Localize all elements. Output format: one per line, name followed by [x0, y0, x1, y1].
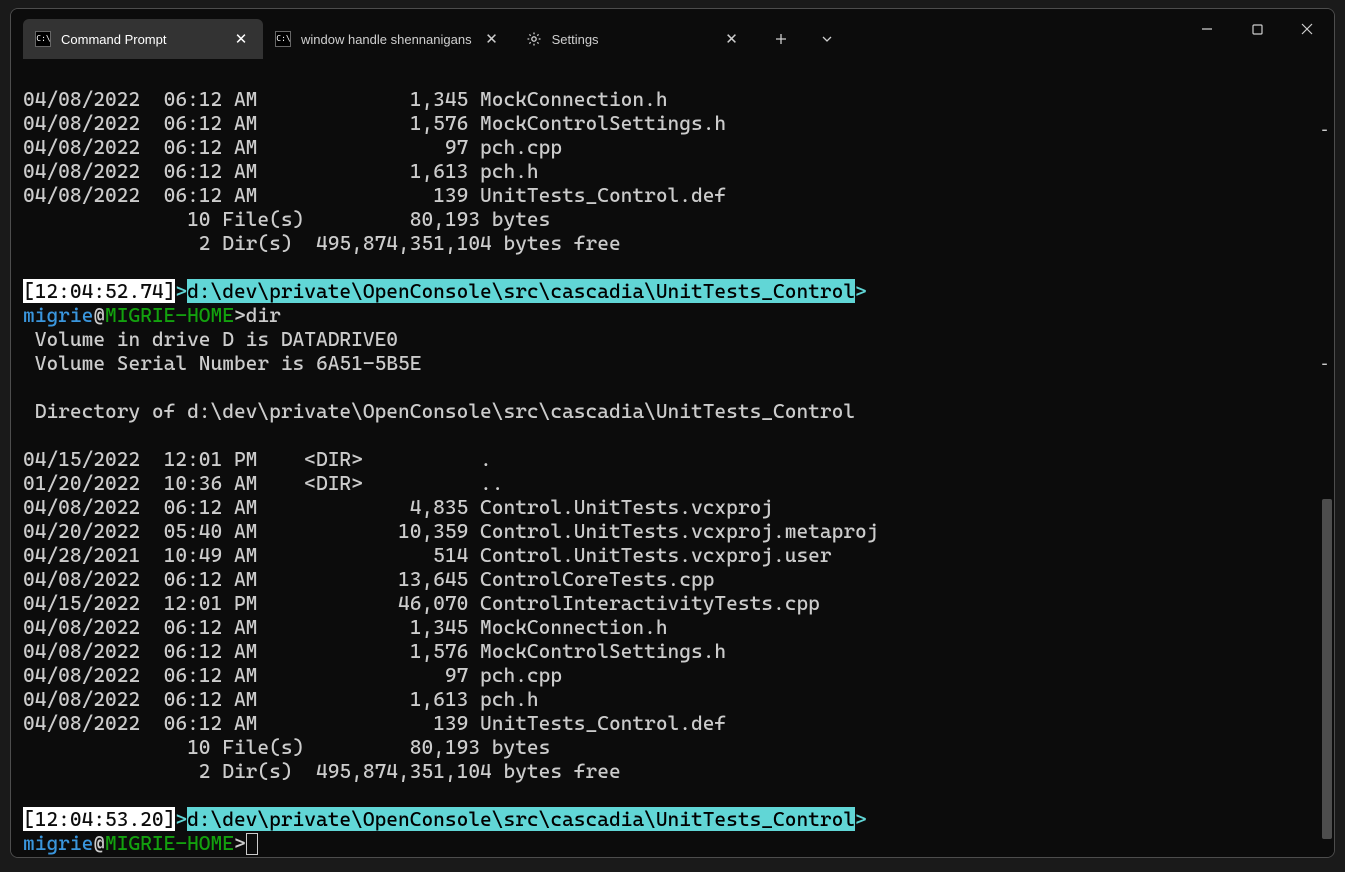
prompt-user: migrie	[23, 303, 93, 327]
terminal-line: 10 File(s) 80,193 bytes	[23, 735, 550, 759]
tab-strip: C:\ Command Prompt ✕ C:\ window handle s…	[11, 19, 754, 59]
tab-label: window handle shennanigans	[301, 32, 472, 47]
titlebar: C:\ Command Prompt ✕ C:\ window handle s…	[11, 9, 1334, 59]
terminal-line: 04/20/2022 05:40 AM 10,359 Control.UnitT…	[23, 519, 878, 543]
tab-label: Settings	[552, 32, 712, 47]
terminal-line: 04/08/2022 06:12 AM 1,613 pch.h	[23, 687, 539, 711]
terminal-line: 04/08/2022 06:12 AM 1,576 MockControlSet…	[23, 639, 726, 663]
terminal-line: 2 Dir(s) 495,874,351,104 bytes free	[23, 231, 621, 255]
close-window-button[interactable]	[1282, 9, 1332, 49]
cmd-icon: C:\	[35, 31, 51, 47]
prompt-line-1: [12:04:52.74]>d:\dev\private\OpenConsole…	[23, 279, 867, 303]
terminal-line: 04/15/2022 12:01 PM <DIR> .	[23, 447, 492, 471]
window-controls	[1182, 9, 1334, 49]
terminal-window: C:\ Command Prompt ✕ C:\ window handle s…	[10, 8, 1335, 858]
gear-icon	[526, 31, 542, 47]
terminal-line: 04/08/2022 06:12 AM 1,613 pch.h	[23, 159, 539, 183]
terminal-line: 2 Dir(s) 495,874,351,104 bytes free	[23, 759, 621, 783]
terminal-line: Directory of d:\dev\private\OpenConsole\…	[23, 399, 855, 423]
prompt-angle: >	[175, 279, 187, 303]
prompt-time: [12:04:52.74]	[23, 279, 175, 303]
prompt-path: d:\dev\private\OpenConsole\src\cascadia\…	[187, 279, 855, 303]
maximize-button[interactable]	[1232, 9, 1282, 49]
scrollbar[interactable]	[1320, 59, 1334, 857]
cursor	[246, 833, 258, 855]
terminal-line: 04/08/2022 06:12 AM 4,835 Control.UnitTe…	[23, 495, 773, 519]
terminal-line: 04/08/2022 06:12 AM 97 pch.cpp	[23, 135, 562, 159]
terminal-line: 04/08/2022 06:12 AM 13,645 ControlCoreTe…	[23, 567, 714, 591]
prompt-path: d:\dev\private\OpenConsole\src\cascadia\…	[187, 807, 855, 831]
prompt-line-2: migrie@MIGRIE-HOME>dir	[23, 303, 281, 327]
prompt-time: [12:04:53.20]	[23, 807, 175, 831]
new-tab-button[interactable]	[758, 19, 804, 59]
prompt-line-2: migrie@MIGRIE-HOME>	[23, 831, 258, 855]
close-icon[interactable]: ✕	[482, 30, 502, 48]
tab-window-handle[interactable]: C:\ window handle shennanigans ✕	[263, 19, 514, 59]
tab-label: Command Prompt	[61, 32, 221, 47]
close-icon[interactable]: ✕	[722, 30, 742, 48]
terminal-line: 01/20/2022 10:36 AM <DIR> ..	[23, 471, 503, 495]
close-icon[interactable]: ✕	[231, 30, 251, 48]
tab-dropdown-button[interactable]	[804, 19, 850, 59]
tab-settings[interactable]: Settings ✕	[514, 19, 754, 59]
prompt-line-1: [12:04:53.20]>d:\dev\private\OpenConsole…	[23, 807, 867, 831]
tab-command-prompt[interactable]: C:\ Command Prompt ✕	[23, 19, 263, 59]
prompt-command: dir	[246, 303, 281, 327]
terminal-line: 04/08/2022 06:12 AM 1,345 MockConnection…	[23, 615, 668, 639]
terminal-line: 04/15/2022 12:01 PM 46,070 ControlIntera…	[23, 591, 820, 615]
terminal-line: Volume Serial Number is 6A51-5B5E	[23, 351, 421, 375]
cmd-icon: C:\	[275, 31, 291, 47]
terminal-line: 04/08/2022 06:12 AM 139 UnitTests_Contro…	[23, 711, 726, 735]
terminal-line: 04/08/2022 06:12 AM 139 UnitTests_Contro…	[23, 183, 726, 207]
prompt-host: MIGRIE-HOME	[105, 303, 234, 327]
terminal-viewport[interactable]: 04/08/2022 06:12 AM 1,345 MockConnection…	[11, 59, 1334, 857]
terminal-line: 04/08/2022 06:12 AM 97 pch.cpp	[23, 663, 562, 687]
scrollbar-thumb[interactable]	[1322, 499, 1332, 839]
terminal-line: 10 File(s) 80,193 bytes	[23, 207, 550, 231]
terminal-line: 04/28/2021 10:49 AM 514 Control.UnitTest…	[23, 543, 832, 567]
minimize-button[interactable]	[1182, 9, 1232, 49]
prompt-angle: >	[855, 279, 867, 303]
terminal-line: Volume in drive D is DATADRIVE0	[23, 327, 398, 351]
terminal-line: 04/08/2022 06:12 AM 1,345 MockConnection…	[23, 87, 668, 111]
terminal-line: 04/08/2022 06:12 AM 1,576 MockControlSet…	[23, 111, 726, 135]
